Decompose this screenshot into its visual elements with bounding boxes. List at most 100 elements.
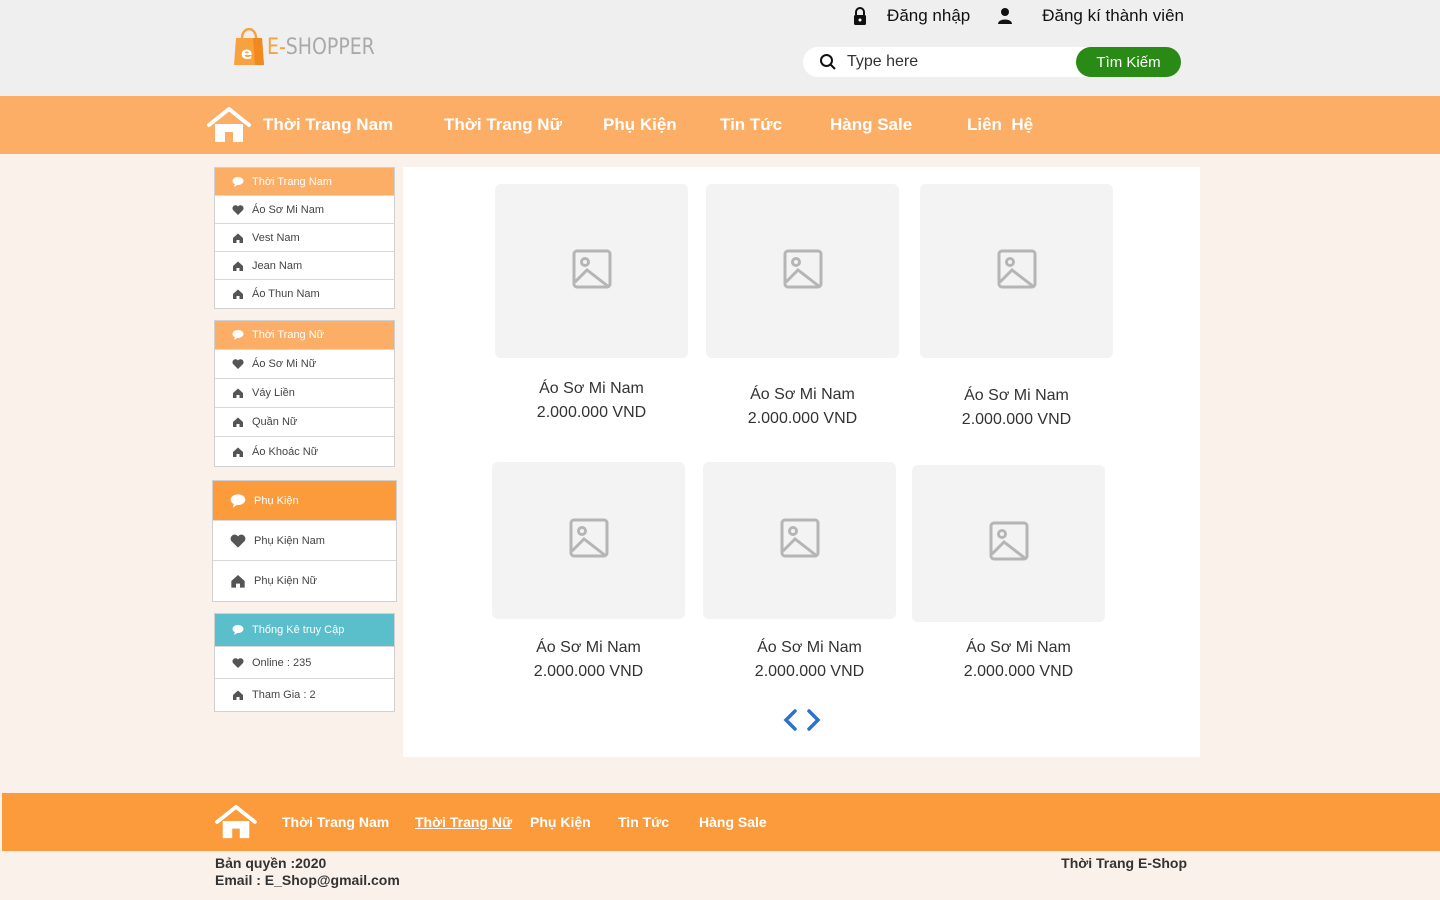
- nav-item-men[interactable]: Thời Trang Nam: [263, 96, 393, 154]
- product-price: 2.000.000 VND: [747, 410, 858, 427]
- heart-icon: [232, 204, 244, 216]
- sidebar-item-label: Quần Nữ: [252, 416, 298, 428]
- sidebar-item-label: Áo Sơ Mi Nam: [252, 203, 325, 216]
- nav-item-accessories[interactable]: Phụ Kiện: [603, 96, 677, 154]
- sidebar-item-quan-nu[interactable]: Quần Nữ: [215, 408, 394, 437]
- sidebar-item-phu-kien-nu[interactable]: Phụ Kiện Nữ: [213, 561, 396, 601]
- sidebar-women-panel: Thời Trang Nữ Áo Sơ Mi Nữ Váy Liền Quần …: [214, 320, 395, 467]
- product-image[interactable]: [920, 184, 1113, 358]
- stats-online-label: Online : 235: [252, 656, 312, 669]
- footer-item-women[interactable]: Thời Trang Nữ: [415, 793, 512, 851]
- nav-item-sale[interactable]: Hàng Sale: [830, 96, 912, 154]
- sidebar-item-ao-thun-nam[interactable]: Áo Thun Nam: [215, 280, 394, 308]
- product-name[interactable]: Áo Sơ Mi Nam: [912, 639, 1105, 657]
- sidebar-stats-panel: Thống Kê truy Cập Online : 235 Tham Gia …: [214, 613, 395, 712]
- product-card[interactable]: Áo Sơ Mi Nam 2.000.000 VND: [912, 465, 1105, 681]
- sidebar-item-phu-kien-nam[interactable]: Phụ Kiện Nam: [213, 521, 396, 561]
- lock-icon: [851, 7, 869, 25]
- product-price: 2.000.000 VND: [963, 663, 1074, 680]
- sidebar-accessories-panel: Phụ Kiện Phụ Kiện Nam Phụ Kiện Nữ: [212, 480, 397, 602]
- heart-icon: [232, 657, 244, 669]
- product-card[interactable]: Áo Sơ Mi Nam 2.000.000 VND: [495, 184, 688, 422]
- sidebar-header-accessories[interactable]: Phụ Kiện: [213, 481, 396, 521]
- header: e E-SHOPPER Đăng nhập Đăng kí thành viên…: [0, 0, 1440, 96]
- logo-rest: SHOPPER: [285, 34, 375, 60]
- footer-item-men[interactable]: Thời Trang Nam: [282, 793, 389, 851]
- product-image[interactable]: [492, 462, 685, 619]
- nav-item-news[interactable]: Tin Tức: [720, 96, 782, 154]
- sidebar-item-ao-khoac-nu[interactable]: Áo Khoác Nữ: [215, 437, 394, 466]
- product-price: 2.000.000 VND: [754, 663, 865, 680]
- sidebar-item-ao-so-mi-nu[interactable]: Áo Sơ Mi Nữ: [215, 350, 394, 379]
- product-name[interactable]: Áo Sơ Mi Nam: [703, 639, 896, 657]
- home-icon[interactable]: [214, 804, 258, 840]
- chevron-right-icon[interactable]: [804, 708, 822, 732]
- heart-icon: [232, 358, 244, 370]
- copyright-text: Bản quyền :2020: [215, 855, 327, 871]
- house-icon: [230, 573, 246, 589]
- product-image[interactable]: [703, 462, 896, 619]
- heart-icon: [230, 533, 246, 549]
- logo-e: e: [241, 44, 253, 64]
- sidebar-item-label: Áo Sơ Mi Nữ: [252, 358, 317, 370]
- house-icon: [232, 260, 244, 272]
- image-placeholder-icon: [783, 249, 823, 294]
- footer-info: Bản quyền :2020 Email : E_Shop@gmail.com: [215, 855, 400, 889]
- logo-text: E-SHOPPER: [267, 35, 375, 60]
- product-image[interactable]: [706, 184, 899, 358]
- sidebar-item-label: Vest Nam: [252, 231, 300, 244]
- sidebar-header-label: Thời Trang Nam: [252, 175, 332, 188]
- register-link[interactable]: Đăng kí thành viên: [1042, 6, 1184, 26]
- sidebar-men-panel: Thời Trang Nam Áo Sơ Mi Nam Vest Nam Jea…: [214, 167, 395, 309]
- stats-members-label: Tham Gia : 2: [252, 689, 316, 701]
- sidebar-item-vay-lien[interactable]: Váy Liền: [215, 379, 394, 408]
- nav-item-women[interactable]: Thời Trang Nữ: [444, 96, 562, 154]
- user-icon: [996, 7, 1014, 25]
- footer-nav: Thời Trang Nam Thời Trang Nữ Phụ Kiện Ti…: [2, 793, 1440, 851]
- pagination: [782, 708, 822, 732]
- chevron-left-icon[interactable]: [782, 708, 800, 732]
- house-icon: [232, 416, 244, 428]
- sidebar-header-label: Thống Kê truy Cập: [252, 624, 345, 636]
- sidebar-item-ao-so-mi-nam[interactable]: Áo Sơ Mi Nam: [215, 196, 394, 224]
- stats-online: Online : 235: [215, 647, 394, 679]
- logo-prefix: E-: [267, 34, 286, 60]
- sidebar-item-label: Áo Thun Nam: [252, 288, 320, 300]
- login-link[interactable]: Đăng nhập: [887, 6, 970, 26]
- product-card[interactable]: Áo Sơ Mi Nam 2.000.000 VND: [920, 184, 1113, 429]
- home-icon[interactable]: [206, 106, 252, 144]
- sidebar-item-label: Áo Khoác Nữ: [252, 445, 319, 458]
- auth-links: Đăng nhập Đăng kí thành viên: [851, 6, 1184, 26]
- footer-item-news[interactable]: Tin Tức: [618, 793, 669, 851]
- product-name[interactable]: Áo Sơ Mi Nam: [492, 639, 685, 657]
- product-name[interactable]: Áo Sơ Mi Nam: [495, 380, 688, 398]
- product-image[interactable]: [912, 465, 1105, 622]
- house-icon: [232, 232, 244, 244]
- product-name[interactable]: Áo Sơ Mi Nam: [706, 386, 899, 404]
- image-placeholder-icon: [997, 249, 1037, 294]
- sidebar-item-vest-nam[interactable]: Vest Nam: [215, 224, 394, 252]
- main-nav: Thời Trang Nam Thời Trang Nữ Phụ Kiện Ti…: [0, 96, 1440, 154]
- footer-brand: Thời Trang E-Shop: [1061, 855, 1187, 871]
- sidebar-header-stats: Thống Kê truy Cập: [215, 614, 394, 647]
- search-button[interactable]: Tìm Kiếm: [1076, 47, 1181, 77]
- product-card[interactable]: Áo Sơ Mi Nam 2.000.000 VND: [492, 462, 685, 681]
- product-card[interactable]: Áo Sơ Mi Nam 2.000.000 VND: [706, 184, 899, 428]
- search-icon: [819, 53, 837, 71]
- product-card[interactable]: Áo Sơ Mi Nam 2.000.000 VND: [703, 462, 896, 681]
- logo[interactable]: e E-SHOPPER: [233, 27, 392, 66]
- nav-item-contact[interactable]: Liên Hệ: [967, 96, 1033, 154]
- sidebar-header-women[interactable]: Thời Trang Nữ: [215, 321, 394, 350]
- comment-icon: [232, 329, 244, 341]
- sidebar-header-men[interactable]: Thời Trang Nam: [215, 168, 394, 196]
- house-icon: [232, 689, 244, 701]
- product-name[interactable]: Áo Sơ Mi Nam: [920, 387, 1113, 405]
- search-input[interactable]: [847, 53, 1067, 71]
- footer-item-sale[interactable]: Hàng Sale: [699, 793, 767, 851]
- sidebar-header-label: Phụ Kiện: [254, 494, 299, 507]
- image-placeholder-icon: [572, 249, 612, 294]
- footer-item-accessories[interactable]: Phụ Kiện: [530, 793, 591, 851]
- product-price: 2.000.000 VND: [536, 404, 647, 421]
- sidebar-item-jean-nam[interactable]: Jean Nam: [215, 252, 394, 280]
- product-image[interactable]: [495, 184, 688, 358]
